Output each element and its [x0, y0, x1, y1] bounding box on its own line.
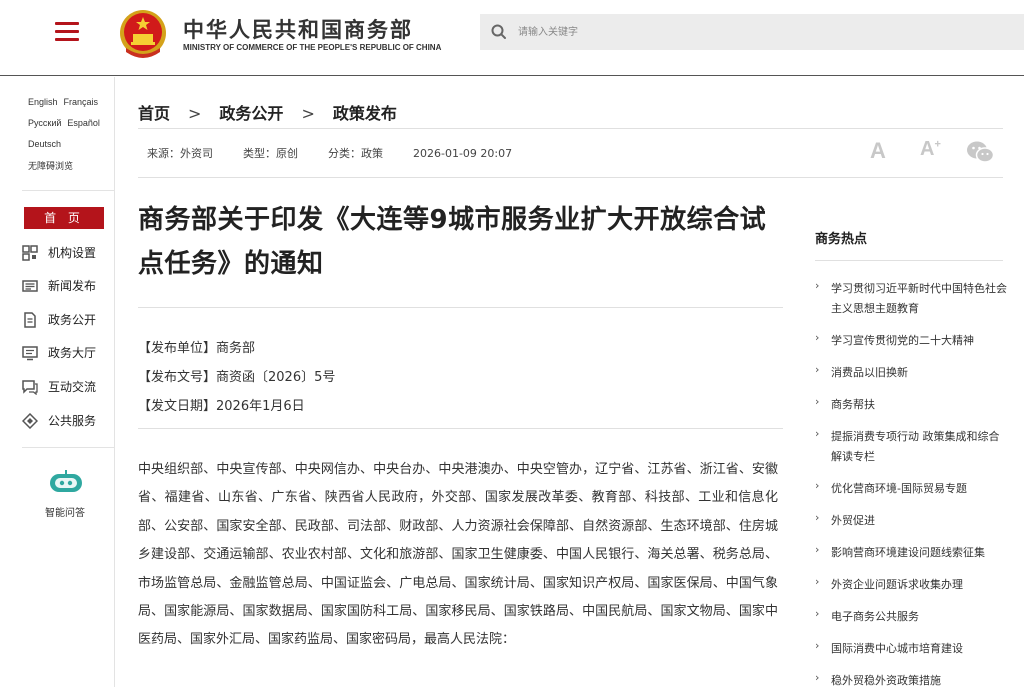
lang-german[interactable]: Deutsch	[28, 139, 61, 149]
article-meta: 来源：外资司 类型：原创 分类：政策 2026-01-09 20:07	[147, 145, 542, 161]
breadcrumb: 首页 > 政务公开 > 政策发布	[138, 100, 397, 124]
menu-icon[interactable]	[55, 22, 79, 42]
chevron-right-icon: ›	[815, 363, 820, 376]
article-body: 中央组织部、中央宣传部、中央网信办、中央台办、中央港澳办、中央空管办，辽宁省、江…	[138, 462, 778, 648]
language-row: 无障碍浏览	[28, 159, 79, 172]
divider	[22, 447, 115, 448]
hot-item-label: 电子商务公共服务	[831, 610, 919, 623]
hot-item-label: 学习贯彻习近平新时代中国特色社会主义思想主题教育	[831, 282, 1007, 315]
article-title: 商务部关于印发《大连等9城市服务业扩大开放综合试点任务》的通知	[138, 205, 767, 279]
meta-type: 类型：原创	[243, 147, 298, 160]
hot-topics-title: 商务热点	[815, 232, 868, 247]
hot-item-label: 国际消费中心城市培育建设	[831, 642, 963, 655]
chevron-right-icon: ›	[815, 543, 820, 556]
sidebar-item-label: 公共服务	[48, 414, 97, 428]
robot-assistant-icon[interactable]	[48, 470, 84, 496]
meta-source: 来源：外资司	[147, 147, 213, 160]
site-header: 中华人民共和国商务部 MINISTRY OF COMMERCE OF THE P…	[0, 0, 1024, 76]
chevron-right-icon: ›	[815, 331, 820, 344]
font-small-button[interactable]: A+	[920, 138, 941, 161]
hot-item-label: 稳外贸稳外资政策措施	[831, 674, 941, 687]
chevron-right-icon: ›	[815, 607, 820, 620]
search-input[interactable]	[514, 14, 994, 50]
lang-english[interactable]: English	[28, 97, 58, 107]
chevron-right-icon: ›	[815, 671, 820, 684]
meta-category: 分类：政策	[328, 147, 383, 160]
breadcrumb-home[interactable]: 首页	[138, 104, 170, 123]
font-large-button[interactable]: A	[870, 138, 886, 164]
hot-item-label: 学习宣传贯彻党的二十大精神	[831, 334, 974, 347]
lang-russian[interactable]: Русский	[28, 118, 61, 128]
sidebar-item-label: 互动交流	[48, 380, 97, 394]
language-row: Русский Español	[28, 118, 106, 128]
lang-french[interactable]: Français	[64, 97, 99, 107]
search-bar	[480, 14, 1024, 50]
divider	[138, 177, 1003, 178]
hot-item-label: 影响营商环境建设问题线索征集	[831, 546, 985, 559]
divider	[815, 260, 1003, 261]
grid-icon	[22, 245, 38, 261]
chevron-right-icon: ›	[815, 639, 820, 652]
monitor-icon	[22, 346, 38, 361]
sidebar-item-label: 新闻发布	[48, 279, 97, 293]
lang-spanish[interactable]: Español	[67, 118, 100, 128]
hot-item-label: 商务帮扶	[831, 398, 875, 411]
service-icon	[22, 413, 38, 429]
search-icon[interactable]	[490, 23, 508, 41]
newspaper-icon	[22, 280, 38, 292]
divider	[138, 428, 783, 429]
hot-item-label: 外资企业问题诉求收集办理	[831, 578, 963, 591]
font-small-glyph: A	[920, 138, 935, 160]
national-emblem-icon[interactable]	[118, 8, 168, 60]
meta-datetime: 2026-01-09 20:07	[413, 147, 513, 160]
chat-icon	[22, 380, 38, 395]
assistant-label[interactable]: 智能问答	[45, 504, 85, 519]
document-icon	[24, 312, 36, 328]
language-row: Deutsch	[28, 139, 67, 149]
breadcrumb-separator: >	[301, 104, 315, 123]
chevron-right-icon: ›	[815, 395, 820, 408]
chevron-right-icon: ›	[815, 575, 820, 588]
article-issuer: 【发布单位】商务部	[138, 341, 256, 356]
breadcrumb-gov-affairs[interactable]: 政务公开	[219, 104, 283, 123]
article-issue-date: 【发文日期】2026年1月6日	[138, 399, 305, 414]
divider	[22, 190, 115, 191]
chevron-right-icon: ›	[815, 511, 820, 524]
language-row: English Français	[28, 97, 104, 107]
divider	[138, 307, 783, 308]
chevron-right-icon: ›	[815, 279, 820, 292]
hot-item-label: 外贸促进	[831, 514, 875, 527]
chevron-right-icon: ›	[815, 479, 820, 492]
wechat-share-icon[interactable]	[966, 140, 994, 164]
home-button[interactable]: 首 页	[24, 207, 104, 229]
divider	[138, 128, 1003, 129]
breadcrumb-policy[interactable]: 政策发布	[333, 104, 397, 123]
breadcrumb-separator: >	[188, 104, 202, 123]
site-name-en[interactable]: MINISTRY OF COMMERCE OF THE PEOPLE'S REP…	[183, 43, 441, 52]
hot-item-label: 消费品以旧换新	[831, 366, 908, 379]
sidebar-item-label: 政务公开	[48, 313, 97, 327]
site-name-cn[interactable]: 中华人民共和国商务部	[183, 14, 413, 44]
hot-item-label: 优化营商环境-国际贸易专题	[831, 482, 967, 495]
sidebar-item-label: 政务大厅	[48, 346, 97, 360]
hot-item-label: 提振消费专项行动 政策集成和综合解读专栏	[831, 430, 1000, 463]
sidebar-item-label: 机构设置	[48, 246, 97, 260]
font-plus-glyph: +	[934, 138, 941, 151]
article-doc-number: 【发布文号】商资函〔2026〕5号	[138, 370, 336, 385]
left-sidebar: English Français Русский Español Deutsch 无…	[0, 77, 115, 687]
accessibility-link[interactable]: 无障碍浏览	[28, 161, 73, 171]
chevron-right-icon: ›	[815, 427, 820, 440]
